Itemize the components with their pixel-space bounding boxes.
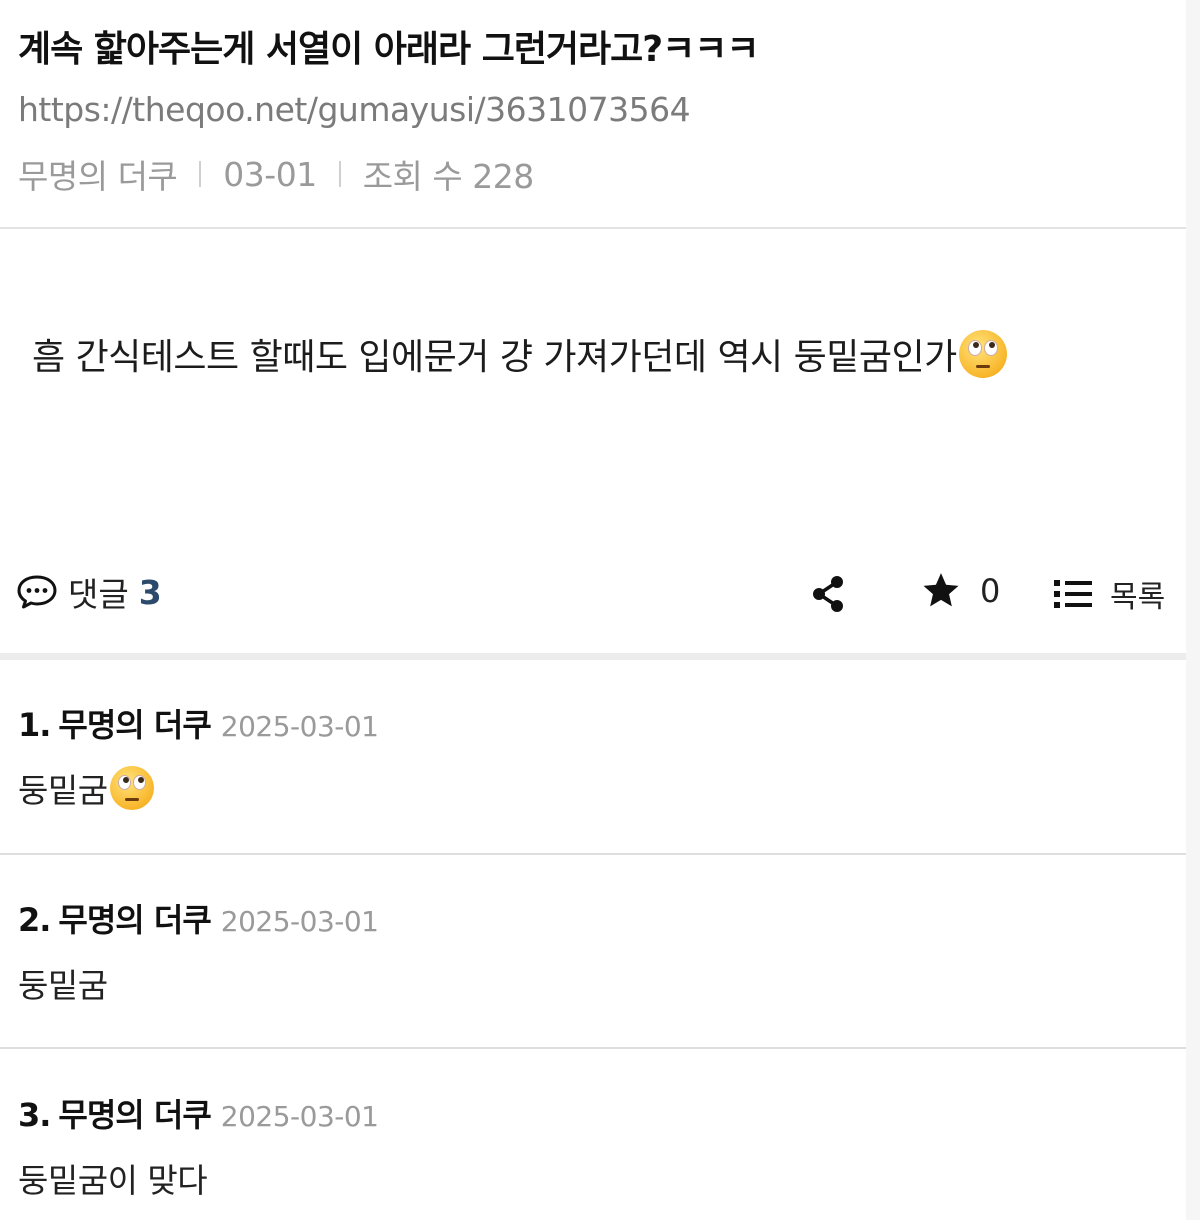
comment-header: 1. 무명의 더쿠 2025-03-01 (18, 700, 379, 746)
comment-text: 둥밑굼 (18, 771, 108, 810)
star-icon (923, 573, 959, 607)
scrollbar[interactable] (1186, 0, 1200, 1220)
comment-body: 둥밑굼 (18, 959, 108, 1007)
post-title: 계속 핥아주는게 서열이 아래라 그런거라고?ㅋㅋㅋ (18, 29, 760, 70)
list-icon (1054, 580, 1092, 608)
section-divider (0, 653, 1186, 660)
post-page: 계속 핥아주는게 서열이 아래라 그런거라고?ㅋㅋㅋ https://theqo… (0, 0, 1186, 1220)
post-content-text: 흠 간식테스트 할때도 입에문거 걍 가져가던데 역시 둥밑굼인가 (32, 337, 957, 378)
comment-index: 1. (18, 706, 51, 744)
comment-divider (0, 853, 1186, 855)
comment-body: 둥밑굼이 맞다 (18, 1154, 208, 1202)
comment-date: 2025-03-01 (220, 710, 379, 743)
post-content: 흠 간식테스트 할때도 입에문거 걍 가져가던데 역시 둥밑굼인가 (32, 328, 1007, 380)
comment-author: 무명의 더쿠 (58, 1096, 211, 1134)
post-views: 조회 수 228 (362, 157, 535, 196)
rolling-eyes-emoji-icon (958, 330, 1007, 378)
star-count: 0 (980, 572, 1001, 610)
meta-divider (338, 161, 341, 187)
comment-author: 무명의 더쿠 (58, 901, 211, 939)
share-icon[interactable] (810, 574, 846, 614)
comment-count-button[interactable]: 댓글 3 (16, 568, 162, 616)
list-button[interactable]: 목록 (1054, 572, 1165, 616)
comment-index: 2. (18, 901, 51, 939)
meta-divider (199, 161, 202, 187)
speech-bubble-icon (17, 575, 57, 609)
post-date: 03-01 (223, 154, 317, 194)
comment-header: 3. 무명의 더쿠 2025-03-01 (18, 1090, 379, 1136)
comment-text: 둥밑굼이 맞다 (18, 1161, 208, 1200)
list-label: 목록 (1110, 580, 1166, 615)
comment-author: 무명의 더쿠 (58, 706, 211, 744)
comment-index: 3. (18, 1096, 51, 1134)
post-url[interactable]: https://theqoo.net/gumayusi/3631073564 (18, 90, 691, 129)
post-meta: 무명의 더쿠 03-01 조회 수 228 (18, 150, 534, 198)
comment-header: 2. 무명의 더쿠 2025-03-01 (18, 895, 379, 941)
comment-count: 3 (138, 572, 162, 612)
rolling-eyes-emoji-icon (109, 766, 154, 810)
comment-date: 2025-03-01 (220, 1100, 379, 1133)
comment-text: 둥밑굼 (18, 966, 108, 1005)
comment-date: 2025-03-01 (220, 905, 379, 938)
comment-divider (0, 1047, 1186, 1049)
star-button[interactable]: 0 (920, 570, 1000, 612)
post-header: 계속 핥아주는게 서열이 아래라 그런거라고?ㅋㅋㅋ https://theqo… (0, 0, 1186, 229)
comment-body: 둥밑굼 (18, 764, 154, 812)
comment-label: 댓글 (68, 575, 129, 614)
post-author: 무명의 더쿠 (18, 157, 178, 196)
post-actions-bar: 댓글 3 0 목록 (0, 560, 1186, 630)
